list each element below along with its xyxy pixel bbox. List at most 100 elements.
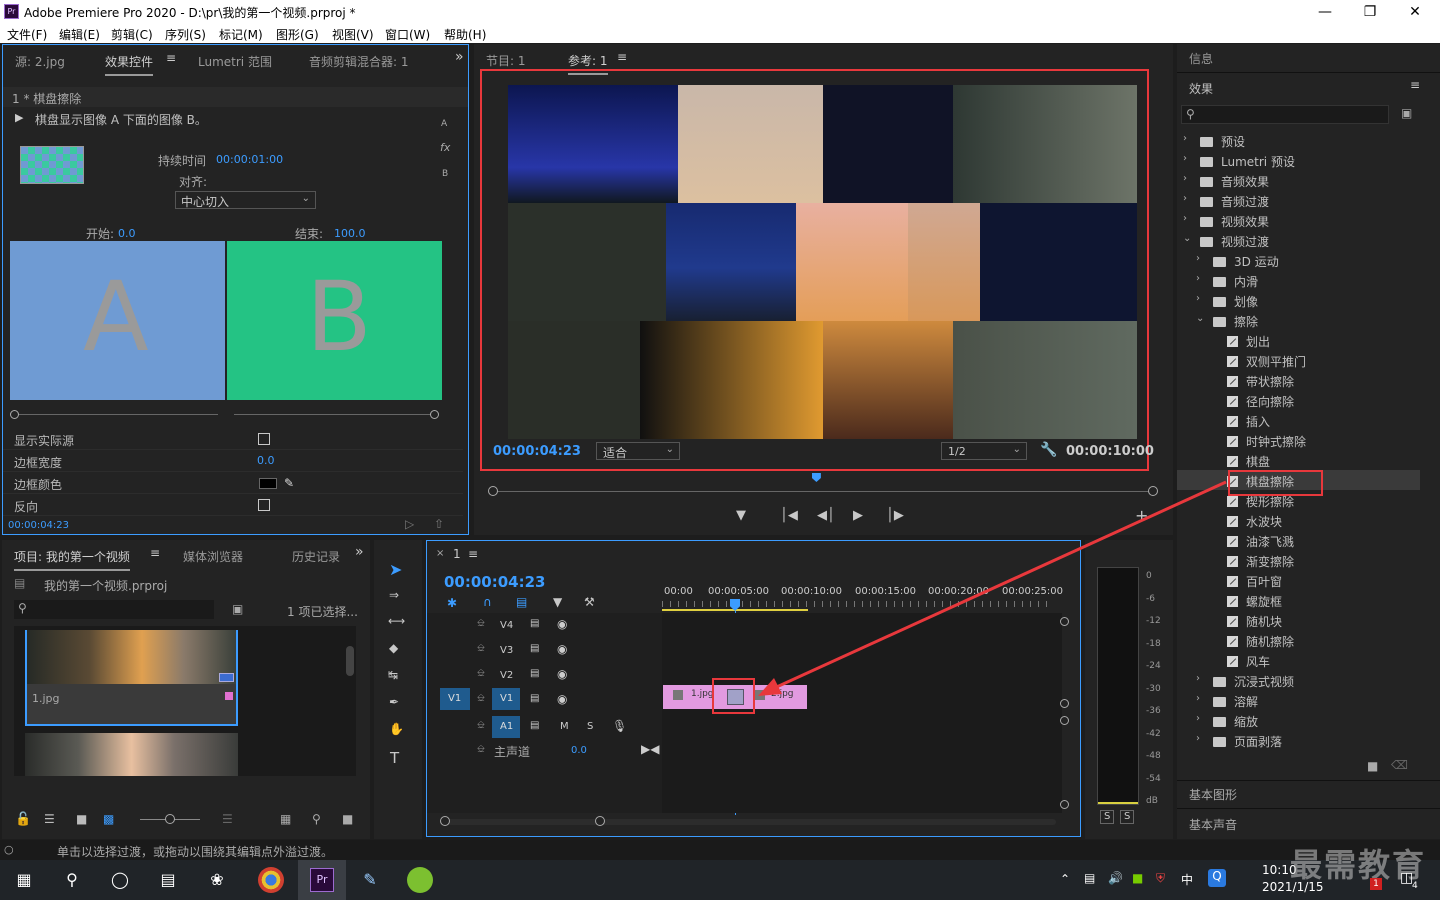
pen-tool-icon[interactable]: ✒ bbox=[389, 695, 399, 709]
more-tabs-icon[interactable]: » bbox=[455, 49, 464, 65]
export-icon[interactable]: ⇧ bbox=[434, 517, 444, 531]
find-icon[interactable]: ▣ bbox=[232, 602, 243, 616]
razor-tool-icon[interactable]: ◆ bbox=[389, 641, 398, 655]
add-button-icon[interactable]: + bbox=[1135, 506, 1148, 525]
minimize-button[interactable]: — bbox=[1305, 2, 1345, 22]
cortana-icon[interactable]: ◯ bbox=[106, 866, 134, 894]
panel-menu-icon[interactable]: ≡ bbox=[166, 51, 176, 65]
chevron-right-icon[interactable]: › bbox=[1183, 173, 1187, 184]
eye-icon[interactable]: ◉ bbox=[557, 667, 567, 681]
vscroll-audio-bottom-handle[interactable] bbox=[1060, 800, 1069, 809]
play-transition-icon[interactable]: ▶ bbox=[15, 111, 23, 124]
menu-clip[interactable]: 剪辑(C) bbox=[111, 26, 153, 43]
notepad-app-icon[interactable]: ✎ bbox=[356, 866, 384, 894]
reverse-checkbox[interactable] bbox=[258, 499, 270, 511]
master-value[interactable]: 0.0 bbox=[571, 745, 587, 756]
sync-icon[interactable]: ▤ bbox=[530, 668, 539, 679]
effects-tree-item[interactable]: 渐变擦除 bbox=[1177, 550, 1420, 570]
transition-thumbnail[interactable] bbox=[20, 146, 84, 184]
windows-start-icon[interactable]: ▦ bbox=[10, 866, 38, 894]
menu-window[interactable]: 窗口(W) bbox=[385, 26, 430, 43]
panel-menu-icon[interactable]: ≡ bbox=[468, 547, 478, 561]
effects-tree-item[interactable]: 双侧平推门 bbox=[1177, 350, 1420, 370]
tab-info[interactable]: 信息 bbox=[1189, 50, 1213, 67]
selection-tool-icon[interactable]: ➤ bbox=[389, 560, 402, 579]
go-to-in-icon[interactable]: │◀ bbox=[780, 508, 798, 523]
start-slider-handle[interactable] bbox=[10, 410, 19, 419]
melon-app-icon[interactable] bbox=[407, 867, 433, 893]
effects-tree-item[interactable]: › 音频过渡 bbox=[1177, 190, 1420, 210]
chevron-right-icon[interactable]: › bbox=[1196, 253, 1200, 264]
mute-button[interactable]: M bbox=[560, 721, 569, 732]
track-target-v1[interactable]: V1 bbox=[492, 688, 520, 710]
end-slider-handle[interactable] bbox=[430, 410, 439, 419]
chevron-right-icon[interactable]: › bbox=[1183, 133, 1187, 144]
tab-sequence[interactable]: 1 bbox=[453, 547, 461, 561]
effects-tree-item[interactable]: 插入 bbox=[1177, 410, 1420, 430]
timeline-timecode[interactable]: 00:00:04:23 bbox=[444, 573, 546, 591]
step-forward-icon[interactable]: │▶ bbox=[886, 508, 904, 523]
effects-tree-item[interactable]: 百叶窗 bbox=[1177, 570, 1420, 590]
effects-tree-item[interactable]: 时钟式擦除 bbox=[1177, 430, 1420, 450]
effects-tree-item[interactable]: 棋盘 bbox=[1177, 450, 1420, 470]
align-select[interactable]: 中心切入 ⌄ bbox=[175, 191, 316, 209]
type-tool-icon[interactable]: T bbox=[390, 749, 399, 767]
project-item-1jpg[interactable]: 1.jpg bbox=[25, 630, 238, 726]
solo-left-button[interactable]: S bbox=[1100, 810, 1114, 824]
timeline-ruler[interactable]: 00:00 00:00:05:00 00:00:10:00 00:00:15:0… bbox=[662, 583, 1063, 611]
chevron-right-icon[interactable]: › bbox=[1196, 693, 1200, 704]
freeform-view-icon[interactable]: ▩ bbox=[103, 812, 114, 826]
eye-icon[interactable]: ◉ bbox=[557, 692, 567, 706]
effects-tree-item[interactable]: › Lumetri 预设 bbox=[1177, 150, 1420, 170]
resolution-select[interactable]: 1/2 ⌄ bbox=[941, 442, 1027, 460]
effects-tree-item[interactable]: › 划像 bbox=[1177, 290, 1420, 310]
tab-essential-sound[interactable]: 基本声音 bbox=[1189, 816, 1237, 833]
project-item-2jpg-thumbnail[interactable] bbox=[25, 733, 238, 776]
new-bin-icon[interactable]: ■ bbox=[342, 812, 353, 826]
effects-tree-item[interactable]: 螺旋框 bbox=[1177, 590, 1420, 610]
lock-icon[interactable]: ⎒ bbox=[477, 668, 485, 679]
hand-tool-icon[interactable]: ✋ bbox=[389, 722, 404, 736]
trash-icon[interactable]: ⌫ bbox=[1391, 758, 1408, 772]
effects-tree-item[interactable]: › 预设 bbox=[1177, 130, 1420, 150]
eyedropper-icon[interactable]: ✎ bbox=[284, 476, 294, 490]
lock-icon[interactable]: ⎒ bbox=[477, 618, 485, 629]
end-value[interactable]: 100.0 bbox=[334, 227, 366, 240]
panel-menu-icon[interactable]: ≡ bbox=[1410, 78, 1420, 92]
linked-selection-icon[interactable]: ▤ bbox=[516, 595, 527, 609]
play-icon[interactable]: ▶ bbox=[853, 508, 863, 523]
program-timecode[interactable]: 00:00:04:23 bbox=[493, 444, 581, 459]
track-target-a1[interactable]: A1 bbox=[492, 716, 520, 738]
close-button[interactable]: ✕ bbox=[1395, 2, 1435, 22]
scrub-start-handle[interactable] bbox=[488, 486, 498, 496]
chevron-down-icon[interactable]: ⌄ bbox=[1196, 313, 1204, 324]
eye-icon[interactable]: ◉ bbox=[557, 617, 567, 631]
search-icon[interactable]: ⚲ bbox=[58, 866, 86, 894]
lock-icon[interactable]: ⎒ bbox=[477, 720, 485, 731]
chrome-icon[interactable] bbox=[258, 867, 284, 893]
chevron-down-icon[interactable]: ⌄ bbox=[1183, 233, 1191, 244]
chevron-right-icon[interactable]: › bbox=[1196, 293, 1200, 304]
find-icon[interactable]: ⚲ bbox=[312, 812, 321, 826]
effects-tree-item[interactable]: 径向擦除 bbox=[1177, 390, 1420, 410]
tab-project[interactable]: 项目: 我的第一个视频 bbox=[14, 548, 130, 571]
wrench-icon[interactable]: 🔧 bbox=[1040, 442, 1057, 458]
tab-source[interactable]: 源: 2.jpg bbox=[15, 53, 65, 70]
effects-tree-item[interactable]: 随机擦除 bbox=[1177, 630, 1420, 650]
chevron-right-icon[interactable]: › bbox=[1183, 213, 1187, 224]
effects-tree-item[interactable]: › 音频效果 bbox=[1177, 170, 1420, 190]
border-color-swatch[interactable] bbox=[259, 478, 277, 489]
sync-icon[interactable]: ▤ bbox=[530, 618, 539, 629]
project-scrollbar[interactable] bbox=[346, 646, 354, 676]
icon-view-icon[interactable]: ■ bbox=[76, 812, 87, 826]
duration-value[interactable]: 00:00:01:00 bbox=[216, 153, 283, 166]
nvidia-icon[interactable]: ■ bbox=[1132, 871, 1143, 885]
effects-tree-item[interactable]: › 溶解 bbox=[1177, 690, 1420, 710]
snap-icon[interactable]: ∩ bbox=[483, 595, 492, 609]
network-icon[interactable]: ▤ bbox=[1084, 871, 1095, 885]
sync-icon[interactable]: ▤ bbox=[530, 693, 539, 704]
render-icon[interactable]: ▷ bbox=[405, 517, 414, 531]
scrub-end-handle[interactable] bbox=[1148, 486, 1158, 496]
border-width-value[interactable]: 0.0 bbox=[257, 454, 275, 467]
source-patch-v1[interactable]: V1 bbox=[440, 688, 470, 710]
